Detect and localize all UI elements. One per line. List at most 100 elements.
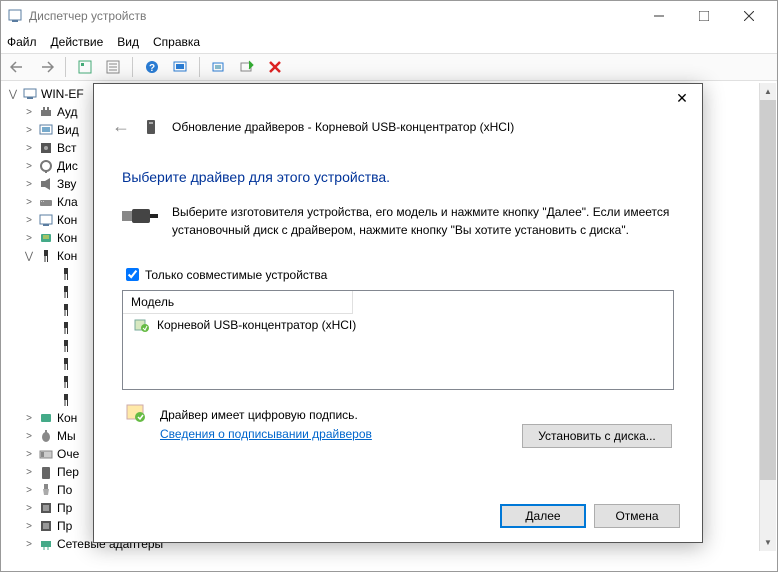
dialog-header: ← Обновление драйверов - Корневой USB-ко…	[94, 112, 702, 149]
app-icon	[7, 8, 23, 24]
expand-icon[interactable]: >	[23, 161, 35, 172]
scroll-down-button[interactable]: ▼	[760, 534, 776, 551]
model-list-item[interactable]: Корневой USB-концентратор (xHCI)	[123, 314, 673, 336]
expand-icon[interactable]: >	[23, 233, 35, 244]
install-from-disk-button[interactable]: Установить с диска...	[522, 424, 672, 448]
separator	[199, 57, 200, 77]
dialog-titlebar[interactable]: ✕	[94, 84, 702, 112]
usb-device-icon	[58, 302, 74, 318]
expand-icon[interactable]: >	[23, 413, 35, 424]
category-icon	[38, 230, 54, 246]
category-icon	[38, 140, 54, 156]
dialog-header-text: Обновление драйверов - Корневой USB-конц…	[172, 120, 514, 134]
help-button[interactable]: ?	[141, 56, 163, 78]
titlebar[interactable]: Диспетчер устройств	[1, 1, 777, 31]
category-icon	[38, 428, 54, 444]
tree-item-label: По	[57, 483, 72, 497]
driver-update-dialog: ✕ ← Обновление драйверов - Корневой USB-…	[93, 83, 703, 543]
scan-button[interactable]	[169, 56, 191, 78]
expand-icon[interactable]: ⋁	[23, 251, 35, 262]
enable-device-button[interactable]	[236, 56, 258, 78]
compatible-checkbox-label: Только совместимые устройства	[145, 268, 327, 282]
menu-view[interactable]: Вид	[117, 35, 139, 49]
tree-item-label: Кон	[57, 249, 77, 263]
usb-device-icon	[58, 284, 74, 300]
expand-icon[interactable]: >	[23, 539, 35, 550]
device-icon	[143, 119, 159, 135]
vertical-scrollbar[interactable]: ▲ ▼	[759, 83, 776, 551]
category-icon	[38, 464, 54, 480]
category-icon	[38, 194, 54, 210]
expand-icon[interactable]: >	[23, 215, 35, 226]
expand-icon[interactable]: >	[23, 521, 35, 532]
forward-button[interactable]	[35, 56, 57, 78]
usb-device-icon	[58, 356, 74, 372]
expand-icon[interactable]: >	[23, 485, 35, 496]
menu-file[interactable]: Файл	[7, 35, 37, 49]
scroll-thumb[interactable]	[760, 100, 776, 480]
back-button[interactable]	[7, 56, 29, 78]
menu-action[interactable]: Действие	[51, 35, 104, 49]
tree-item-label: Зву	[57, 177, 76, 191]
show-hidden-button[interactable]	[74, 56, 96, 78]
category-icon	[38, 500, 54, 516]
tree-item-label: Вст	[57, 141, 77, 155]
tree-item-label: Кла	[57, 195, 78, 209]
next-button[interactable]: Далее	[500, 504, 586, 528]
menu-help[interactable]: Справка	[153, 35, 200, 49]
expand-icon[interactable]: >	[23, 431, 35, 442]
category-icon	[38, 446, 54, 462]
signature-info-link[interactable]: Сведения о подписывании драйверов	[160, 427, 372, 441]
expand-icon[interactable]: >	[23, 449, 35, 460]
signed-driver-icon	[134, 317, 150, 333]
model-item-label: Корневой USB-концентратор (xHCI)	[157, 318, 356, 332]
expand-icon[interactable]: >	[23, 143, 35, 154]
maximize-button[interactable]	[681, 2, 726, 30]
network-adapter-icon	[38, 536, 54, 552]
expand-icon[interactable]: >	[23, 125, 35, 136]
expand-icon[interactable]: >	[23, 179, 35, 190]
category-icon	[38, 212, 54, 228]
compatible-checkbox[interactable]	[126, 268, 139, 281]
window-title: Диспетчер устройств	[29, 9, 636, 23]
uninstall-device-button[interactable]	[264, 56, 286, 78]
dialog-footer: Далее Отмена	[500, 504, 680, 528]
separator	[65, 57, 66, 77]
tree-item-label: Пр	[57, 501, 72, 515]
properties-button[interactable]	[102, 56, 124, 78]
back-arrow-icon[interactable]: ←	[112, 116, 130, 137]
category-icon	[38, 518, 54, 534]
tree-item-label: Кон	[57, 231, 77, 245]
tree-item-label: Кон	[57, 411, 77, 425]
signature-text: Драйвер имеет цифровую подпись.	[160, 406, 372, 425]
expand-icon[interactable]: >	[23, 107, 35, 118]
svg-text:?: ?	[149, 63, 155, 74]
model-listbox[interactable]: Модель Корневой USB-концентратор (xHCI)	[122, 290, 674, 390]
expand-icon[interactable]: >	[23, 503, 35, 514]
tree-item-label: Пр	[57, 519, 72, 533]
usb-plug-icon	[122, 203, 158, 239]
dialog-instruction-row: Выберите изготовителя устройства, его мо…	[122, 203, 674, 239]
scroll-up-button[interactable]: ▲	[760, 83, 776, 100]
tree-item-label: Оче	[57, 447, 79, 461]
close-button[interactable]	[726, 2, 771, 30]
update-driver-button[interactable]	[208, 56, 230, 78]
compatible-checkbox-row[interactable]: Только совместимые устройства	[122, 265, 674, 284]
dialog-close-button[interactable]: ✕	[662, 85, 702, 111]
device-manager-window: Диспетчер устройств Файл Действие Вид Сп…	[0, 0, 778, 572]
category-icon	[38, 410, 54, 426]
model-column-header[interactable]: Модель	[123, 291, 353, 314]
expand-icon[interactable]: >	[23, 197, 35, 208]
category-icon	[38, 248, 54, 264]
tree-item-label: Дис	[57, 159, 78, 173]
usb-device-icon	[58, 266, 74, 282]
category-icon	[38, 482, 54, 498]
separator	[132, 57, 133, 77]
collapse-icon[interactable]: ⋁	[7, 89, 19, 100]
expand-icon[interactable]: >	[23, 467, 35, 478]
tree-item-label: Ауд	[57, 105, 77, 119]
category-icon	[38, 104, 54, 120]
cancel-button[interactable]: Отмена	[594, 504, 680, 528]
minimize-button[interactable]	[636, 2, 681, 30]
tree-item-label: Мы	[57, 429, 76, 443]
